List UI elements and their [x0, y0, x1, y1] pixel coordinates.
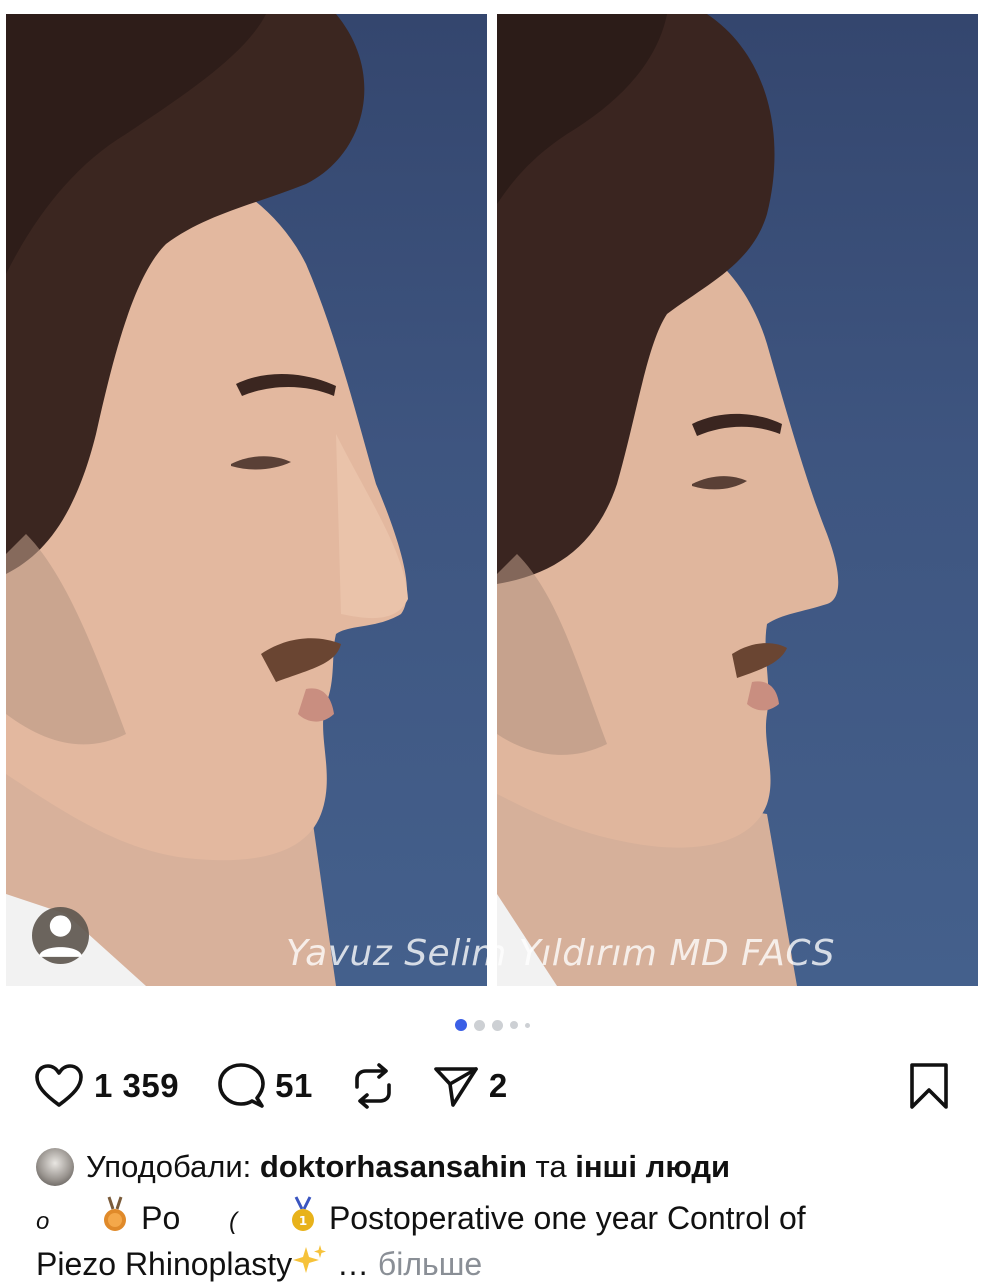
repost-button[interactable]	[351, 1063, 395, 1109]
caption-text-line2: Piezo Rhinoplasty	[36, 1246, 293, 1282]
liked-by-prefix: Уподобали:	[86, 1149, 260, 1184]
carousel-dot	[492, 1019, 503, 1031]
post-caption: o Po ( 1 Postoperative one year Control …	[36, 1195, 956, 1285]
caption-more-link[interactable]: більше	[378, 1246, 482, 1282]
caption-fragment: o	[36, 1208, 50, 1235]
caption-text-line1: Postoperative one year Control of	[328, 1200, 806, 1236]
gold-medal-icon: 1	[292, 1196, 315, 1231]
svg-text:1: 1	[299, 1214, 307, 1228]
post-media-carousel[interactable]	[6, 14, 978, 986]
like-button[interactable]: 1 359	[34, 1063, 179, 1109]
before-profile-illustration	[6, 14, 408, 986]
caption-ellipsis: …	[328, 1246, 378, 1282]
user-icon	[39, 915, 82, 957]
after-photo	[497, 14, 978, 986]
share-button[interactable]: 2	[433, 1064, 508, 1108]
liked-by-line: Уподобали: doktorhasansahin та інші люди	[36, 1145, 730, 1189]
caption-fragment: (	[229, 1208, 238, 1235]
carousel-dot	[474, 1019, 485, 1031]
after-profile-illustration	[497, 14, 839, 986]
before-photo	[6, 14, 487, 986]
liked-by-connector: та	[526, 1149, 576, 1184]
save-button[interactable]	[908, 1062, 950, 1115]
photo-watermark: Yavuz Selim Yıldırım MD FACS	[286, 933, 835, 974]
liker-username[interactable]: doktorhasansahin	[260, 1149, 527, 1185]
sparkles-icon	[293, 1245, 327, 1273]
bronze-medal-icon	[104, 1196, 127, 1231]
send-icon	[434, 1067, 478, 1107]
post-action-bar: 1 359 51 2	[34, 1060, 950, 1112]
carousel-dot	[510, 1021, 518, 1029]
heart-icon	[35, 1064, 83, 1107]
liker-avatar[interactable]	[36, 1148, 74, 1186]
carousel-indicator	[0, 1019, 985, 1031]
shares-count: 2	[488, 1067, 508, 1104]
likes-count: 1 359	[94, 1067, 180, 1104]
bookmark-icon	[910, 1063, 948, 1109]
carousel-dot	[525, 1022, 530, 1028]
comment-icon	[218, 1063, 265, 1108]
carousel-dot-active	[455, 1019, 467, 1031]
repost-icon	[355, 1063, 391, 1109]
comments-count: 51	[275, 1067, 313, 1104]
comment-button[interactable]: 51	[217, 1062, 313, 1110]
tagged-users-button[interactable]	[32, 907, 89, 964]
caption-fragment: Po	[141, 1200, 181, 1236]
other-likers-link[interactable]: інші люди	[575, 1149, 730, 1185]
